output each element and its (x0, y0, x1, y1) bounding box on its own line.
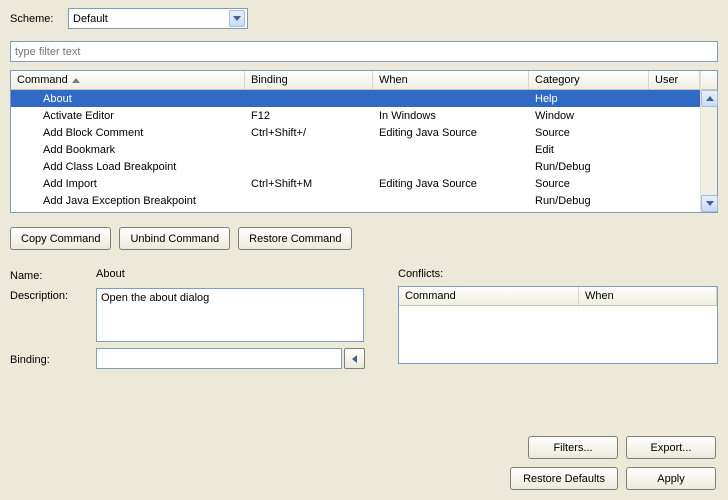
description-textarea[interactable] (96, 288, 364, 342)
scroll-down-icon[interactable] (701, 195, 718, 212)
table-cell: Source (529, 178, 649, 190)
conflicts-col-when[interactable]: When (579, 287, 717, 305)
conflicts-label: Conflicts: (398, 268, 718, 280)
table-cell: Add Java Exception Breakpoint (11, 195, 245, 207)
scheme-select[interactable]: Default (68, 8, 248, 29)
filters-button[interactable]: Filters... (528, 436, 618, 459)
scheme-label: Scheme: (10, 13, 68, 25)
export-button[interactable]: Export... (626, 436, 716, 459)
copy-command-button[interactable]: Copy Command (10, 227, 111, 250)
col-user[interactable]: User (649, 71, 700, 89)
table-cell: Ctrl+Shift+/ (245, 127, 373, 139)
col-command[interactable]: Command (11, 71, 245, 89)
table-row[interactable]: Add Block CommentCtrl+Shift+/Editing Jav… (11, 124, 700, 141)
table-cell: Add Block Comment (11, 127, 245, 139)
table-cell: Edit (529, 144, 649, 156)
table-row[interactable]: Add Bookmark Edit (11, 141, 700, 158)
sort-asc-icon (72, 78, 80, 83)
table-cell: About (11, 93, 245, 105)
table-cell: Run/Debug (529, 161, 649, 173)
table-cell: Run/Debug (529, 195, 649, 207)
scroll-up-icon[interactable] (701, 90, 718, 107)
unbind-command-button[interactable]: Unbind Command (119, 227, 230, 250)
scheme-value: Default (73, 13, 108, 25)
chevron-down-icon (229, 10, 245, 27)
table-cell: Editing Java Source (373, 127, 529, 139)
table-row[interactable]: Add Class Load Breakpoint Run/Debug (11, 158, 700, 175)
binding-input[interactable] (96, 348, 342, 369)
table-cell: Add Bookmark (11, 144, 245, 156)
name-label: Name: (10, 268, 96, 282)
table-cell: Add Class Load Breakpoint (11, 161, 245, 173)
table-row[interactable]: About Help (11, 90, 700, 107)
table-row[interactable]: Add ImportCtrl+Shift+MEditing Java Sourc… (11, 175, 700, 192)
binding-label: Binding: (10, 352, 96, 366)
table-cell: Source (529, 127, 649, 139)
table-header: Command Binding When Category User (11, 71, 700, 90)
table-cell: Editing Java Source (373, 178, 529, 190)
apply-button[interactable]: Apply (626, 467, 716, 490)
restore-command-button[interactable]: Restore Command (238, 227, 352, 250)
table-row[interactable]: Activate EditorF12In WindowsWindow (11, 107, 700, 124)
col-when[interactable]: When (373, 71, 529, 89)
col-binding[interactable]: Binding (245, 71, 373, 89)
table-cell: F12 (245, 110, 373, 122)
chevron-left-icon (352, 355, 357, 363)
table-cell: Ctrl+Shift+M (245, 178, 373, 190)
conflicts-col-command[interactable]: Command (399, 287, 579, 305)
table-cell: Window (529, 110, 649, 122)
binding-history-button[interactable] (344, 348, 365, 369)
table-cell: In Windows (373, 110, 529, 122)
restore-defaults-button[interactable]: Restore Defaults (510, 467, 618, 490)
table-cell: Activate Editor (11, 110, 245, 122)
commands-table: Command Binding When Category User About… (10, 70, 718, 213)
name-value: About (96, 268, 125, 282)
table-scrollbar[interactable] (700, 71, 717, 212)
table-cell: Help (529, 93, 649, 105)
table-cell: Add Import (11, 178, 245, 190)
conflicts-table: Command When (398, 286, 718, 364)
col-category[interactable]: Category (529, 71, 649, 89)
description-label: Description: (10, 288, 96, 342)
filter-input[interactable] (10, 41, 718, 62)
table-row[interactable]: Add Java Exception Breakpoint Run/Debug (11, 192, 700, 209)
